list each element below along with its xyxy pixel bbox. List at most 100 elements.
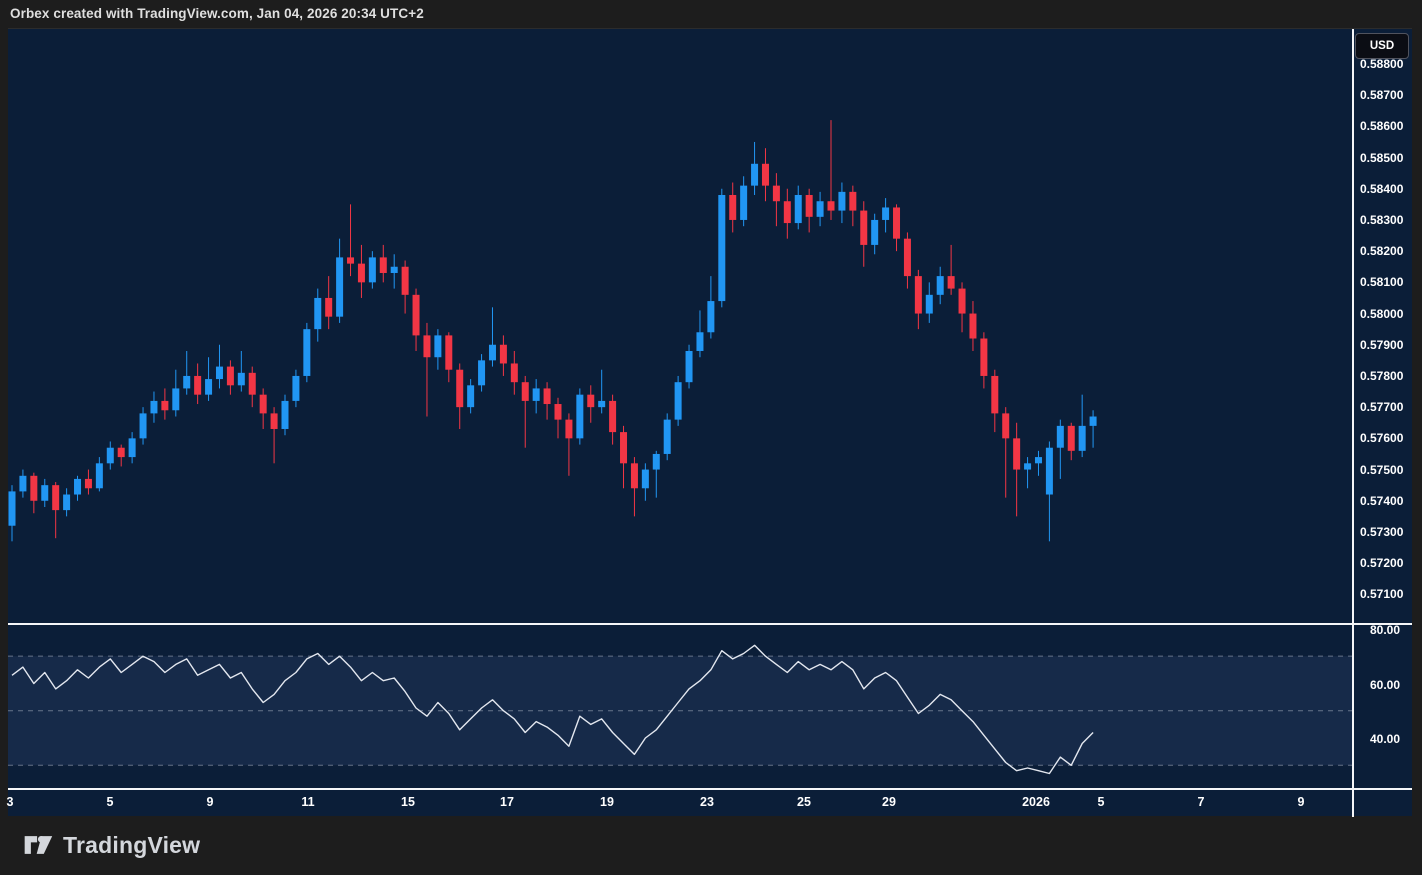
pane-separator-top[interactable] (8, 623, 1412, 625)
candle-body (183, 376, 190, 388)
candle-body (544, 388, 551, 404)
candle-body (587, 395, 594, 407)
price-label: 0.58400 (1360, 182, 1403, 196)
candle-wick (350, 204, 351, 276)
candle-body (664, 420, 671, 454)
chart-title: Orbex created with TradingView.com, Jan … (10, 0, 424, 28)
candle-wick (1038, 451, 1039, 476)
candle-body (1090, 417, 1097, 426)
candle-body (52, 485, 59, 510)
candle-body (893, 207, 900, 238)
rsi-label: 60.00 (1370, 678, 1400, 692)
time-axis[interactable]: 359111517192325292026579 (8, 789, 1412, 817)
tradingview-logo[interactable]: TradingView (22, 829, 200, 861)
candle-body (642, 470, 649, 489)
candle-body (358, 264, 365, 283)
time-label: 9 (1298, 795, 1305, 809)
candle-body (314, 298, 321, 329)
candle-body (402, 267, 409, 295)
candle-body (620, 432, 627, 463)
candle-body (216, 367, 223, 379)
time-label: 19 (600, 795, 614, 809)
candle-body (838, 192, 845, 211)
candle-body (871, 220, 878, 245)
candle-body (686, 351, 693, 382)
time-label: 2026 (1022, 795, 1050, 809)
candle-body (718, 195, 725, 301)
candle-body (118, 448, 125, 457)
candle-body (773, 186, 780, 202)
candle-body (882, 207, 889, 219)
title-bar: Orbex created with TradingView.com, Jan … (0, 0, 1422, 28)
candle-body (795, 195, 802, 223)
candle-body (456, 370, 463, 407)
candle-body (937, 276, 944, 295)
candle-body (511, 363, 518, 382)
candle-body (194, 376, 201, 395)
candle-body (205, 379, 212, 395)
candle-body (969, 314, 976, 339)
candle-body (249, 373, 256, 395)
candle-body (609, 401, 616, 432)
candle-body (740, 186, 747, 220)
candle-body (1046, 448, 1053, 495)
candle-body (817, 201, 824, 217)
candle-body (1079, 426, 1086, 451)
footer: TradingView (0, 816, 1422, 875)
time-label: 17 (500, 795, 514, 809)
candle-body (915, 276, 922, 313)
candle-body (1002, 413, 1009, 438)
candle-body (1068, 426, 1075, 451)
candle-body (161, 401, 168, 410)
price-label: 0.58700 (1360, 88, 1403, 102)
currency-badge[interactable]: USD (1355, 33, 1409, 59)
candle-body (85, 479, 92, 488)
candle-body (238, 373, 245, 385)
candle-body (675, 382, 682, 419)
rsi-indicator-pane[interactable] (8, 624, 1352, 789)
candle-body (860, 211, 867, 245)
price-label: 0.58000 (1360, 307, 1403, 321)
candle-body (369, 257, 376, 282)
candle-body (565, 420, 572, 439)
price-label: 0.57800 (1360, 369, 1403, 383)
pane-separator-bottom[interactable] (8, 788, 1412, 790)
candle-body (500, 345, 507, 364)
time-label: 25 (797, 795, 811, 809)
candle-body (413, 295, 420, 336)
price-label: 0.57400 (1360, 494, 1403, 508)
price-label: 0.57200 (1360, 556, 1403, 570)
rsi-label: 40.00 (1370, 732, 1400, 746)
candle-body (478, 360, 485, 385)
candle-body (729, 195, 736, 220)
candle-body (41, 485, 48, 501)
candle-body (762, 164, 769, 186)
chart-frame: 0.588000.587000.586000.585000.584000.583… (8, 28, 1412, 817)
price-label: 0.57900 (1360, 338, 1403, 352)
candle-body (30, 476, 37, 501)
candle-body (576, 395, 583, 439)
candle-body (74, 479, 81, 495)
rsi-axis[interactable]: 80.0060.0040.00 (1354, 624, 1412, 789)
candle-body (271, 413, 278, 429)
price-label: 0.57300 (1360, 525, 1403, 539)
candle-wick (241, 351, 242, 392)
candle-body (904, 239, 911, 276)
time-label: 5 (107, 795, 114, 809)
candle-body (303, 329, 310, 376)
time-label: 3 (7, 795, 14, 809)
candle-body (336, 257, 343, 316)
candle-body (445, 335, 452, 369)
candle-body (150, 401, 157, 413)
candle-body (707, 301, 714, 332)
price-axis[interactable]: 0.588000.587000.586000.585000.584000.583… (1354, 29, 1412, 652)
candle-body (849, 192, 856, 211)
candle-body (63, 495, 70, 511)
price-label: 0.57500 (1360, 463, 1403, 477)
candle-wick (1027, 457, 1028, 488)
candle-body (227, 367, 234, 386)
candle-body (1024, 463, 1031, 469)
candle-body (959, 289, 966, 314)
main-chart-pane[interactable] (8, 29, 1352, 624)
candle-body (828, 201, 835, 210)
